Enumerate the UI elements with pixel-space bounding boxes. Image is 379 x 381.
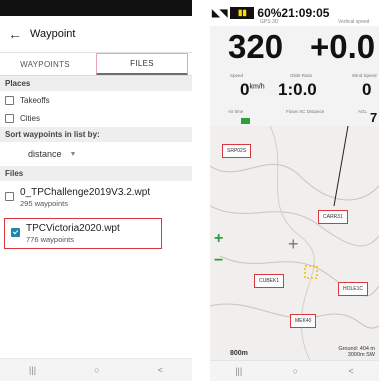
clock: 21:09:05: [281, 6, 330, 20]
wind-label: Wind Speed: [352, 73, 377, 78]
glide-value: 1:0.0: [278, 80, 317, 99]
waypoint-screen: ← Waypoint WAYPOINTS FILES Places Takeof…: [0, 0, 192, 381]
chevron-down-icon: ▼: [69, 150, 77, 158]
sort-value: distance: [28, 149, 62, 159]
waypoint-marker[interactable]: CUBEK1: [254, 274, 285, 288]
cities-label: Cities: [20, 113, 41, 123]
map-view[interactable]: SRP02S CARR31 CUBEK1 HOLE1C MEK40 + − +: [210, 126, 379, 361]
status-bar: [0, 0, 192, 16]
sort-select[interactable]: distance ▼: [0, 142, 192, 166]
file-item[interactable]: 0_TPChallenge2019V3.2.wpt 295 waypoints: [0, 181, 192, 212]
waypoint-marker[interactable]: SRP02S: [222, 144, 252, 158]
waypoint-marker[interactable]: CARR31: [318, 210, 348, 224]
files-header: Files: [0, 166, 192, 181]
recent-apps-button[interactable]: |||: [29, 365, 36, 375]
xc-distance-label: Flown XC Distance: [286, 109, 325, 114]
battery-level: 60%: [257, 6, 282, 20]
tab-waypoints[interactable]: WAYPOINTS: [0, 53, 90, 75]
file-checkbox[interactable]: [5, 192, 14, 201]
waypoint-marker[interactable]: HOLE1C: [338, 282, 369, 296]
map-scale: 800m: [230, 350, 248, 357]
sort-header: Sort waypoints in list by:: [0, 127, 192, 142]
flight-screen: ◣◥ ▮▮ 60% 21:09:05 GPS 3D Vertical speed…: [210, 0, 379, 381]
file-name: 0_TPChallenge2019V3.2.wpt: [20, 187, 151, 198]
page-title: Waypoint: [30, 28, 76, 40]
back-arrow-icon[interactable]: ←: [0, 26, 30, 42]
file-name: TPCVictoria2020.wpt: [26, 223, 120, 234]
nav-bar: ||| ○ <: [210, 360, 379, 381]
agl-value: 7: [370, 110, 378, 125]
vario-value: +0.0: [310, 28, 376, 65]
altitude-value: 320: [228, 28, 284, 65]
divider: [192, 0, 210, 381]
agl-label: AGL: [358, 109, 368, 114]
cities-checkbox[interactable]: [5, 113, 14, 123]
file-count: 295 waypoints: [20, 199, 68, 208]
airtime-label: Air time: [228, 109, 244, 114]
nav-bar: ||| ○ <: [0, 358, 192, 381]
tab-bar: WAYPOINTS FILES: [0, 53, 192, 76]
signal-icon: ◣◥: [212, 7, 228, 19]
tab-files[interactable]: FILES: [96, 53, 188, 75]
speed-label: Speed: [230, 73, 244, 78]
recent-apps-button[interactable]: |||: [235, 366, 242, 376]
ground-info: Ground: 404 m 3000m SW: [338, 346, 375, 358]
zoom-in-icon[interactable]: +: [214, 230, 223, 248]
wind-value: 0: [362, 80, 372, 99]
file-checkbox-checked[interactable]: [11, 228, 20, 237]
place-cities[interactable]: Cities: [0, 109, 192, 127]
glide-label: Glide Ratio: [290, 73, 313, 78]
battery-icon: ▮▮: [230, 7, 255, 19]
places-header: Places: [0, 76, 192, 91]
zoom-out-icon[interactable]: −: [214, 252, 223, 270]
flag-icon: [241, 118, 250, 124]
back-button[interactable]: <: [349, 366, 354, 376]
crosshair-icon: +: [288, 234, 299, 254]
place-takeoffs[interactable]: Takeoffs: [0, 91, 192, 109]
speed-unit: km/h: [249, 83, 265, 91]
waypoint-marker[interactable]: MEK40: [290, 314, 317, 328]
gps-label: GPS 3D: [260, 19, 279, 25]
back-button[interactable]: <: [158, 365, 163, 375]
vertical-speed-label: Vertical speed: [338, 19, 370, 25]
takeoffs-checkbox[interactable]: [5, 95, 14, 105]
home-button[interactable]: ○: [94, 365, 99, 375]
app-bar: ← Waypoint: [0, 16, 192, 53]
speed-value: 0km/h: [240, 80, 265, 99]
file-count: 776 waypoints: [26, 235, 74, 244]
file-item-selected[interactable]: TPCVictoria2020.wpt 776 waypoints: [4, 218, 162, 249]
takeoffs-label: Takeoffs: [20, 95, 50, 105]
home-button[interactable]: ○: [293, 366, 298, 376]
